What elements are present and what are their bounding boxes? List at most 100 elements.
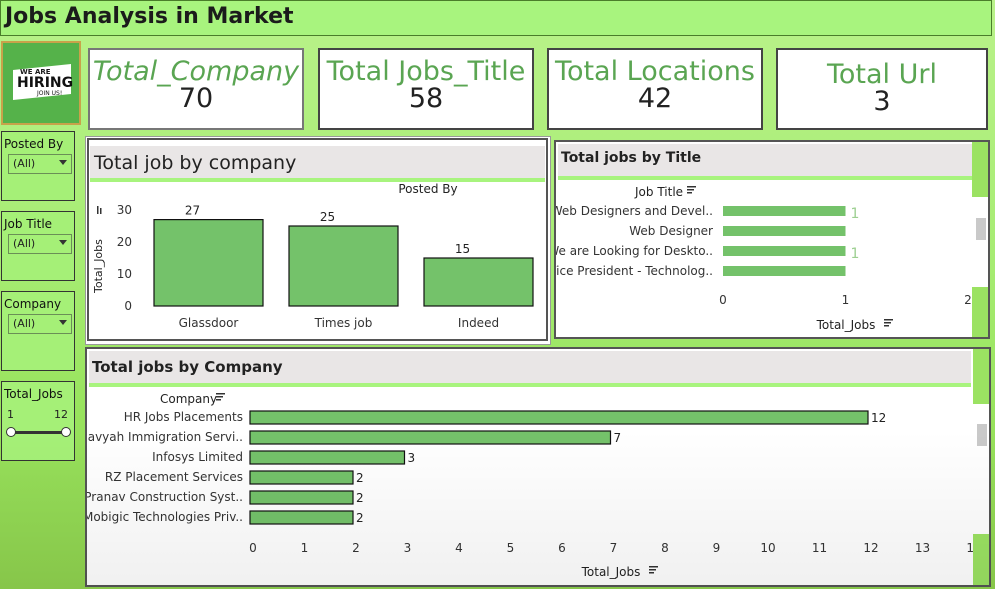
slider-handle-min[interactable] [6, 427, 16, 437]
data-label: 25 [320, 210, 335, 224]
x-tick-label: 0 [249, 541, 257, 555]
kpi-total-company: Total_Company 70 [88, 48, 304, 130]
x-tick-label: 3 [404, 541, 412, 555]
panel-total-jobs-by-company: Total jobs by Company Company HR Jobs Pla… [85, 347, 991, 587]
filter-total-jobs-slider: Total_Jobs 1 12 [1, 381, 75, 461]
company-hbar-chart: CompanyHR Jobs Placements 12Navyah Immigr… [87, 392, 973, 579]
x-tick-label: Glassdoor [179, 316, 239, 330]
chart-title: Total job by company [90, 146, 545, 182]
bar [723, 246, 846, 256]
filter-label: Job Title [4, 217, 53, 231]
bar [249, 450, 406, 465]
x-tick-label: 1 [301, 541, 309, 555]
x-axis-label: Total_Jobs [816, 318, 876, 332]
filter-posted-by: Posted By (All) [1, 131, 75, 201]
sort-icon [687, 192, 692, 194]
sort-icon [884, 322, 891, 324]
x-tick-label: 11 [812, 541, 827, 555]
bar [288, 225, 399, 307]
sort-icon [100, 208, 102, 214]
y-axis-label: Total_Jobs [92, 239, 105, 294]
bar [249, 510, 354, 525]
x-axis-label: Total_Jobs [581, 565, 641, 579]
x-tick-label: 2 [964, 293, 972, 307]
y-tick-label: 10 [117, 267, 132, 281]
sort-icon [216, 399, 221, 401]
row-label: Web Designers and Devel.. [556, 204, 713, 218]
row-label: Navyah Immigration Servi.. [87, 430, 243, 444]
y-tick-label: 0 [124, 299, 132, 313]
x-tick-label: 12 [863, 541, 878, 555]
row-label: Vice President - Technolog.. [556, 264, 713, 278]
company-bar-chart: Posted By Total_Jobs 30 20 10 0 27 Glassdoor 25 T… [92, 183, 534, 330]
filter-company: Company (All) [1, 291, 75, 371]
sort-icon [216, 393, 225, 395]
panel-total-jobs-by-title: Total jobs by Title Job Title Web Designe… [554, 140, 990, 339]
row-label: Pranav Construction Syst.. [87, 490, 243, 504]
title-bar-chart: Job Title Web Designers and Devel.. 1 Web D… [556, 185, 972, 332]
chevron-down-icon [59, 320, 67, 325]
data-label: 2 [356, 471, 364, 485]
sort-icon [687, 186, 696, 188]
data-label: 2 [356, 491, 364, 505]
bar [249, 490, 354, 505]
company-dropdown[interactable]: (All) [8, 314, 72, 334]
chart-title: Total jobs by Company [89, 351, 971, 387]
row-label: HR Jobs Placements [124, 410, 243, 424]
x-tick-label: 1 [842, 293, 850, 307]
dashboard-header: Jobs Analysis in Market [0, 0, 992, 36]
sort-icon [649, 572, 654, 574]
x-tick-label: 8 [661, 541, 669, 555]
page-title: Jobs Analysis in Market [5, 4, 294, 29]
panel-total-job-by-company: Total job by company Posted By Total_Jobs… [85, 136, 551, 345]
data-label: 1 [851, 206, 860, 222]
x-tick-label: 0 [719, 293, 727, 307]
y-tick-label: 20 [117, 235, 132, 249]
data-label: 1 [851, 246, 860, 262]
x-tick-label: 14 [966, 541, 973, 555]
scrollbar[interactable] [972, 197, 988, 287]
row-header: Job Title [634, 185, 683, 199]
x-tick-label: 9 [713, 541, 721, 555]
y-tick-label: 30 [117, 203, 132, 217]
row-label: Mobigic Technologies Priv.. [87, 510, 243, 524]
slider-track[interactable] [11, 431, 67, 434]
x-tick-label: Indeed [458, 316, 499, 330]
kpi-total-url: Total Url 3 [776, 48, 988, 130]
bar [423, 257, 534, 307]
bar [723, 226, 846, 236]
row-header: Company [160, 392, 217, 406]
row-label: We are Looking for Deskto.. [556, 244, 713, 258]
row-label: Web Designer [629, 224, 713, 238]
sort-icon [884, 319, 893, 321]
job-title-dropdown[interactable]: (All) [8, 234, 72, 254]
slider-min: 1 [7, 408, 14, 421]
x-tick-label: 6 [558, 541, 566, 555]
kpi-total-locations: Total Locations 42 [547, 48, 763, 130]
x-tick-label: 4 [455, 541, 463, 555]
data-label: 12 [871, 411, 886, 425]
row-label: Infosys Limited [152, 450, 243, 464]
legend-title: Posted By [398, 183, 457, 196]
x-tick-label: 10 [760, 541, 775, 555]
sort-icon [649, 566, 658, 568]
x-tick-label: 7 [610, 541, 618, 555]
chevron-down-icon [59, 240, 67, 245]
filter-label: Posted By [4, 137, 64, 151]
row-label: RZ Placement Services [105, 470, 243, 484]
slider-handle-max[interactable] [61, 427, 71, 437]
bar [723, 266, 846, 276]
bar [249, 470, 354, 485]
slider-label: Total_Jobs [4, 387, 63, 401]
bar [249, 430, 612, 445]
x-tick-label: 2 [352, 541, 360, 555]
x-tick-label: 5 [507, 541, 515, 555]
sort-icon [216, 396, 223, 398]
bar [249, 410, 869, 425]
posted-by-dropdown[interactable]: (All) [8, 154, 72, 174]
slider-max: 12 [54, 408, 68, 421]
data-label: 27 [185, 204, 200, 218]
scrollbar[interactable] [973, 404, 989, 534]
x-tick-label: Times job [314, 316, 373, 330]
data-label: 7 [614, 431, 622, 445]
